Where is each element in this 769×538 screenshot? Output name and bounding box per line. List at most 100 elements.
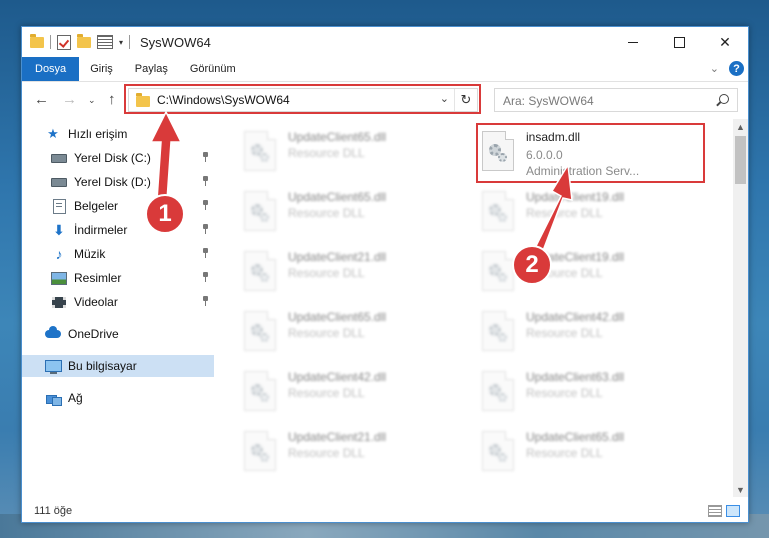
dll-file-icon — [244, 131, 276, 171]
minimize-icon — [628, 41, 638, 43]
sidebar-item-local-disk-d[interactable]: Yerel Disk (D:) — [22, 171, 214, 193]
file-type: Resource DLL — [526, 446, 603, 460]
file-name: UpdateClient65.dll — [526, 430, 625, 444]
details-view-icon[interactable] — [708, 505, 722, 517]
dll-file-icon — [244, 311, 276, 351]
sidebar-item-label: Ağ — [68, 391, 83, 405]
expand-ribbon-chevron-icon[interactable]: ⌄ — [710, 62, 719, 75]
address-bar[interactable]: C:\Windows\SysWOW64 ⌄ ↻ — [128, 88, 478, 112]
tab-home[interactable]: Giriş — [79, 57, 124, 81]
search-box[interactable] — [494, 88, 738, 113]
dll-file-icon — [482, 311, 514, 351]
sidebar-item-this-pc[interactable]: Bu bilgisayar — [22, 355, 214, 377]
address-dropdown-chevron-icon[interactable]: ⌄ — [440, 92, 449, 105]
sidebar-item-local-disk-c[interactable]: Yerel Disk (C:) — [22, 147, 214, 169]
dll-file-icon — [244, 191, 276, 231]
sidebar-item-label: Videolar — [74, 295, 118, 309]
sidebar-item-label: Bu bilgisayar — [68, 359, 137, 373]
file-tile[interactable]: UpdateClient21.dll Resource DLL — [222, 425, 447, 479]
sidebar-item-music[interactable]: ♪ Müzik — [22, 243, 214, 265]
sidebar-item-documents[interactable]: Belgeler — [22, 195, 214, 217]
toolbar-separator — [50, 35, 51, 49]
customize-toolbar-caret-icon[interactable]: ▾ — [119, 38, 123, 47]
tab-file[interactable]: Dosya — [22, 57, 80, 81]
refresh-icon[interactable]: ↻ — [454, 89, 477, 111]
sidebar-item-label: Belgeler — [74, 199, 119, 213]
pin-icon[interactable] — [202, 296, 208, 306]
scroll-up-icon[interactable]: ▲ — [733, 119, 748, 134]
file-tile[interactable]: UpdateClient19.dll Resource DLL — [460, 185, 685, 239]
quick-access-toolbar: ▾ — [30, 33, 131, 50]
dll-file-icon — [482, 251, 514, 291]
file-tile[interactable]: UpdateClient42.dll Resource DLL — [222, 365, 447, 419]
title-bar: ▾ SysWOW64 ✕ — [22, 27, 748, 57]
sidebar-item-label: Hızlı erişim — [68, 127, 128, 141]
help-icon[interactable]: ? — [729, 61, 744, 76]
sidebar-item-label: Yerel Disk (C:) — [74, 151, 151, 165]
file-tile[interactable]: UpdateClient63.dll Resource DLL — [460, 365, 685, 419]
address-path[interactable]: C:\Windows\SysWOW64 — [157, 93, 290, 107]
pin-icon[interactable] — [202, 224, 208, 234]
drive-icon — [50, 153, 68, 163]
tab-share[interactable]: Paylaş — [124, 57, 179, 81]
file-name: UpdateClient65.dll — [288, 190, 387, 204]
sidebar-item-downloads[interactable]: ⬇ İndirmeler — [22, 219, 214, 241]
drive-icon — [50, 177, 68, 187]
forward-arrow-icon[interactable]: → — [62, 91, 77, 108]
view-switcher — [708, 505, 740, 517]
file-name: insadm.dll — [526, 130, 581, 144]
folder-icon[interactable] — [30, 33, 44, 48]
file-tile[interactable]: UpdateClient65.dll Resource DLL — [222, 185, 447, 239]
vertical-scrollbar[interactable]: ▲ ▼ — [733, 119, 748, 497]
dll-file-icon — [482, 431, 514, 471]
tab-view[interactable]: Görünüm — [179, 57, 247, 81]
pin-icon[interactable] — [202, 272, 208, 282]
callout-badge-one: 1 — [145, 194, 185, 234]
properties-check-icon[interactable] — [57, 34, 71, 50]
new-folder-icon[interactable] — [77, 33, 91, 48]
file-name: UpdateClient21.dll — [288, 250, 387, 264]
minimize-button[interactable] — [610, 27, 656, 57]
file-tile[interactable]: UpdateClient65.dll Resource DLL — [222, 305, 447, 359]
view-properties-icon[interactable] — [97, 35, 113, 49]
sidebar-item-quick-access[interactable]: ★ Hızlı erişim — [22, 123, 214, 145]
file-tile[interactable]: UpdateClient42.dll Resource DLL — [460, 305, 685, 359]
file-type: Resource DLL — [288, 386, 365, 400]
sidebar-item-pictures[interactable]: Resimler — [22, 267, 214, 289]
tiles-view-icon[interactable] — [726, 505, 740, 517]
sidebar-item-onedrive[interactable]: OneDrive — [22, 323, 214, 345]
file-tile-insadm-dll[interactable]: insadm.dll 6.0.0.0 Administration Serv..… — [460, 125, 685, 179]
file-type: Resource DLL — [526, 206, 603, 220]
dll-file-icon — [244, 251, 276, 291]
sidebar-item-label: İndirmeler — [74, 223, 128, 237]
sidebar-item-network[interactable]: Ağ — [22, 387, 214, 409]
dll-file-icon — [482, 371, 514, 411]
back-arrow-icon[interactable]: ← — [34, 91, 49, 108]
scroll-down-icon[interactable]: ▼ — [733, 482, 748, 497]
dll-file-icon — [482, 191, 514, 231]
pin-icon[interactable] — [202, 176, 208, 186]
file-tile[interactable]: UpdateClient21.dll Resource DLL — [222, 245, 447, 299]
file-type: Resource DLL — [526, 326, 603, 340]
sidebar-item-videos[interactable]: Videolar — [22, 291, 214, 313]
downloads-icon: ⬇ — [53, 221, 65, 238]
maximize-button[interactable] — [656, 27, 702, 57]
search-input[interactable] — [495, 89, 715, 113]
file-tile[interactable]: UpdateClient65.dll Resource DLL — [222, 125, 447, 179]
videos-icon — [50, 296, 68, 308]
address-folder-icon — [136, 93, 150, 107]
scrollbar-thumb[interactable] — [735, 136, 746, 184]
recent-locations-chevron-icon[interactable]: ⌄ — [88, 95, 96, 106]
onedrive-cloud-icon — [44, 326, 62, 338]
pin-icon[interactable] — [202, 152, 208, 162]
pin-icon[interactable] — [202, 248, 208, 258]
close-icon: ✕ — [719, 33, 731, 50]
close-button[interactable]: ✕ — [702, 27, 748, 57]
file-tile[interactable]: UpdateClient65.dll Resource DLL — [460, 425, 685, 479]
ribbon-right-controls: ⌄ ? — [710, 61, 744, 76]
file-type: Resource DLL — [288, 326, 365, 340]
up-arrow-icon[interactable]: ↑ — [108, 91, 116, 108]
search-icon[interactable] — [719, 94, 729, 104]
file-tile[interactable]: UpdateClient19.dll Resource DLL — [460, 245, 685, 299]
pin-icon[interactable] — [202, 200, 208, 210]
